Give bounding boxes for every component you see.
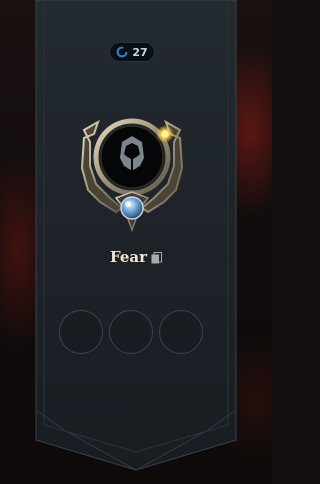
champion-name-row: Fear bbox=[0, 248, 272, 266]
mastery-emblem[interactable] bbox=[70, 112, 194, 232]
level-counter: 27 bbox=[109, 42, 155, 62]
refresh-ring-icon bbox=[116, 46, 128, 58]
empty-slot-1[interactable] bbox=[59, 310, 103, 354]
champion-name: Fear bbox=[110, 248, 147, 266]
document-icon[interactable] bbox=[151, 251, 162, 264]
banner bbox=[35, 0, 237, 471]
empty-slot-3[interactable] bbox=[159, 310, 203, 354]
counter-value: 27 bbox=[132, 45, 148, 59]
empty-slot-2[interactable] bbox=[109, 310, 153, 354]
